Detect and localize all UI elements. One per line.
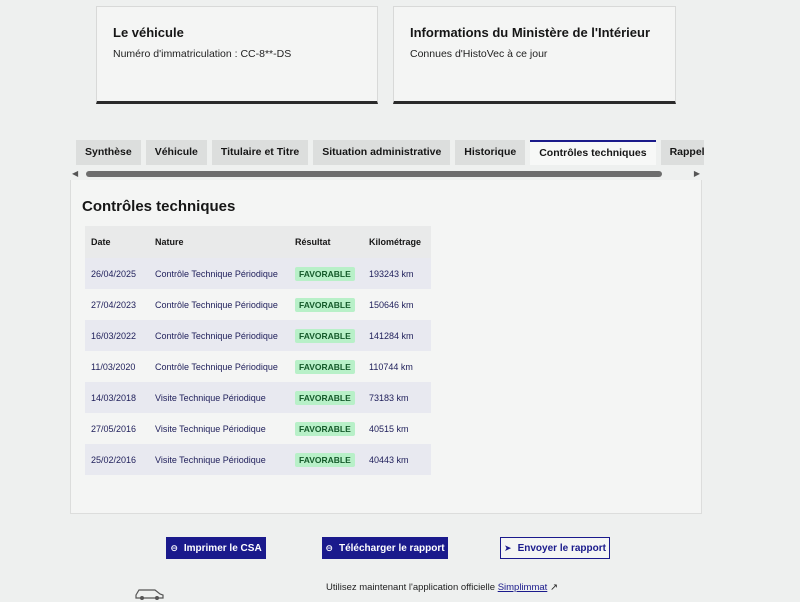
row-date: 27/05/2016 [85, 413, 149, 444]
result-badge: FAVORABLE [295, 421, 355, 436]
scroll-right-icon[interactable]: ▶ [694, 169, 700, 178]
row-date: 25/02/2016 [85, 444, 149, 475]
row-nature: Visite Technique Périodique [149, 413, 289, 444]
scroll-thumb[interactable] [86, 171, 662, 177]
header-nature: Nature [149, 226, 289, 258]
tab-titulaire[interactable]: Titulaire et Titre [211, 140, 309, 165]
send-report-button[interactable]: ➤ Envoyer le rapport [500, 537, 610, 559]
footer-promo: Utilisez maintenant l'application offici… [326, 582, 558, 593]
print-csa-label: Imprimer le CSA [183, 543, 262, 554]
ministere-card: Informations du Ministère de l'Intérieur… [393, 6, 676, 104]
table-row: 14/03/2018 Visite Technique Périodique F… [85, 382, 431, 413]
table-row: 27/04/2023 Contrôle Technique Périodique… [85, 289, 431, 320]
row-date: 14/03/2018 [85, 382, 149, 413]
row-km: 141284 km [363, 320, 431, 351]
tab-vehicule[interactable]: Véhicule [145, 140, 207, 165]
scroll-left-icon[interactable]: ◀ [72, 169, 78, 178]
row-nature: Contrôle Technique Périodique [149, 289, 289, 320]
row-km: 193243 km [363, 258, 431, 289]
footer-promo-text: Utilisez maintenant l'application offici… [326, 582, 496, 593]
download-report-button[interactable]: ⊖ Télécharger le rapport [322, 537, 448, 559]
download-icon: ⊖ [325, 543, 333, 553]
row-date: 16/03/2022 [85, 320, 149, 351]
row-nature: Contrôle Technique Périodique [149, 320, 289, 351]
vehicle-card-title: Le véhicule [113, 25, 184, 40]
header-km: Kilométrage [363, 226, 431, 258]
tab-synthese[interactable]: Synthèse [76, 140, 141, 165]
tab-controles-techniques[interactable]: Contrôles techniques [530, 140, 656, 165]
row-km: 110744 km [363, 351, 431, 382]
tab-rappels-constructeur[interactable]: Rappels constructeur [660, 140, 704, 165]
result-badge: FAVORABLE [295, 359, 355, 374]
result-badge: FAVORABLE [295, 452, 355, 467]
row-nature: Contrôle Technique Périodique [149, 351, 289, 382]
ministere-card-title: Informations du Ministère de l'Intérieur [410, 25, 651, 40]
row-nature: Visite Technique Périodique [149, 444, 289, 475]
header-result: Résultat [289, 226, 363, 258]
tab-bar: Synthèse Véhicule Titulaire et Titre Situat… [76, 140, 704, 165]
result-badge: FAVORABLE [295, 266, 355, 281]
row-km: 73183 km [363, 382, 431, 413]
table-row: 16/03/2022 Contrôle Technique Périodique… [85, 320, 431, 351]
registration-number: Numéro d'immatriculation : CC-8**-DS [113, 48, 292, 60]
tab-scrollbar[interactable]: ◀ ▶ [72, 169, 704, 179]
result-badge: FAVORABLE [295, 390, 355, 405]
send-report-label: Envoyer le rapport [517, 543, 606, 554]
tab-historique[interactable]: Historique [455, 140, 526, 165]
print-icon: ⊖ [170, 543, 178, 553]
row-km: 150646 km [363, 289, 431, 320]
vehicle-card: Le véhicule Numéro d'immatriculation : C… [96, 6, 378, 104]
header-date: Date [85, 226, 149, 258]
table-row: 27/05/2016 Visite Technique Périodique F… [85, 413, 431, 444]
table-row: 11/03/2020 Contrôle Technique Périodique… [85, 351, 431, 382]
row-km: 40515 km [363, 413, 431, 444]
row-date: 27/04/2023 [85, 289, 149, 320]
car-icon [135, 589, 164, 600]
table-row: 25/02/2016 Visite Technique Périodique F… [85, 444, 431, 475]
simplimmat-link[interactable]: Simplimmat [498, 582, 548, 593]
row-nature: Contrôle Technique Périodique [149, 258, 289, 289]
external-link-icon: ↗ [549, 582, 558, 593]
controles-table: Date Nature Résultat Kilométrage 26/04/2… [85, 226, 431, 475]
row-date: 11/03/2020 [85, 351, 149, 382]
result-badge: FAVORABLE [295, 297, 355, 312]
footer-truncated-text [243, 594, 663, 602]
ministere-card-text: Connues d'HistoVec à ce jour [410, 48, 548, 60]
controles-panel: Contrôles techniques Date Nature Résulta… [70, 180, 702, 514]
row-nature: Visite Technique Périodique [149, 382, 289, 413]
download-report-label: Télécharger le rapport [338, 543, 445, 554]
row-km: 40443 km [363, 444, 431, 475]
tab-situation-administrative[interactable]: Situation administrative [313, 140, 451, 165]
section-title: Contrôles techniques [82, 198, 236, 215]
table-row: 26/04/2025 Contrôle Technique Périodique… [85, 258, 431, 289]
result-badge: FAVORABLE [295, 328, 355, 343]
row-date: 26/04/2025 [85, 258, 149, 289]
print-csa-button[interactable]: ⊖ Imprimer le CSA [166, 537, 266, 559]
send-icon: ➤ [504, 543, 512, 553]
